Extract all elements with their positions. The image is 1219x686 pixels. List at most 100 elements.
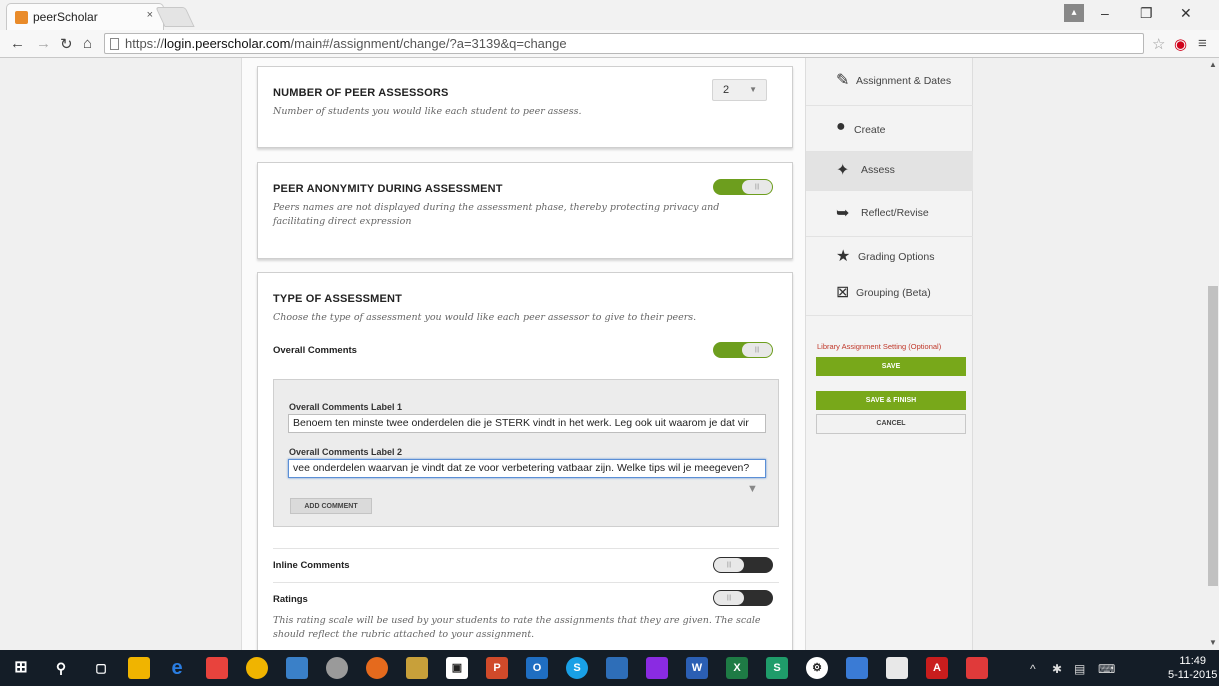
search-icon[interactable]: ⚲ — [50, 657, 72, 679]
peer-assessors-card: NUMBER OF PEER ASSESSORS Number of stude… — [257, 66, 793, 148]
app-icon[interactable] — [846, 657, 868, 679]
comment-label-2-input[interactable]: vee onderdelen waarvan je vindt dat ze v… — [288, 459, 766, 478]
assessment-type-description: Choose the type of assessment you would … — [273, 312, 697, 323]
url-input[interactable]: https://login.peerscholar.com/main#/assi… — [104, 33, 1144, 54]
peer-assessors-select[interactable]: 2 ▼ — [712, 79, 767, 101]
task-view-icon[interactable]: ▢ — [90, 657, 112, 679]
window-close-icon[interactable]: ✕ — [1180, 5, 1192, 22]
hands-icon: ✦ — [836, 162, 850, 179]
cancel-button[interactable]: CANCEL — [816, 414, 966, 434]
toggle-knob: ||| — [742, 343, 772, 357]
main-content: NUMBER OF PEER ASSESSORS Number of stude… — [241, 58, 806, 650]
store-bag-icon[interactable]: ▣ — [446, 657, 468, 679]
url-host: login.peerscholar.com — [164, 36, 291, 51]
minimize-icon[interactable]: – — [1101, 5, 1109, 21]
powerpoint-icon[interactable]: P — [486, 657, 508, 679]
divider — [273, 548, 779, 549]
snipping-icon[interactable] — [326, 657, 348, 679]
reload-icon[interactable]: ↻ — [60, 35, 73, 53]
keyboard-icon[interactable]: ⌨ — [1098, 662, 1115, 676]
page-viewport: NUMBER OF PEER ASSESSORS Number of stude… — [0, 58, 1207, 650]
tray-chevron-icon[interactable]: ^ — [1030, 662, 1036, 676]
bookmark-star-icon[interactable]: ☆ — [1152, 35, 1165, 53]
sidebar-item-grading-options[interactable]: ★ Grading Options — [806, 237, 973, 274]
scrollbar-thumb[interactable] — [1208, 286, 1218, 586]
divider — [273, 582, 779, 583]
inline-comments-label: Inline Comments — [273, 560, 350, 571]
sidebar-item-label: Grouping (Beta) — [856, 287, 931, 299]
clock-date: 5-11-2015 — [1168, 669, 1218, 681]
user-profile-icon[interactable]: ▴ — [1064, 4, 1084, 22]
chrome-icon[interactable] — [246, 657, 268, 679]
anonymity-title: PEER ANONYMITY DURING ASSESSMENT — [273, 183, 503, 195]
remote-desktop-icon[interactable] — [286, 657, 308, 679]
save-finish-button[interactable]: SAVE & FINISH — [816, 391, 966, 410]
add-comment-button[interactable]: ADD COMMENT — [290, 498, 372, 514]
sidebar-item-label: Assignment & Dates — [856, 75, 952, 87]
opera-extension-icon[interactable]: ◉ — [1174, 35, 1187, 53]
library-setting-label[interactable]: Library Assignment Setting (Optional) — [817, 342, 941, 351]
settings-gear-icon[interactable]: ⚙ — [806, 657, 828, 679]
clock-time: 11:49 — [1179, 655, 1207, 667]
forward-icon[interactable]: → — [36, 35, 51, 52]
comment-label-1-input[interactable]: Benoem ten minste twee onderdelen die je… — [288, 414, 766, 433]
ratings-toggle[interactable]: ||| — [713, 590, 773, 606]
page-scrollbar[interactable]: ▲ ▼ — [1207, 58, 1219, 650]
trash-icon[interactable]: ▼ — [747, 483, 758, 495]
comment-label-1: Overall Comments Label 1 — [289, 402, 403, 412]
grouping-icon: ⊠ — [836, 284, 850, 301]
tab-close-icon[interactable]: × — [147, 9, 153, 21]
back-icon[interactable]: ← — [10, 35, 25, 52]
windows-taskbar: ⊞ ⚲ ▢ e ▣ P O S W X S ⚙ A ^ ✱ ▤ ⌨ 11:49 … — [0, 650, 1219, 686]
word-icon[interactable]: W — [686, 657, 708, 679]
pdf-reader-icon[interactable] — [966, 657, 988, 679]
restore-icon[interactable]: ❐ — [1140, 5, 1153, 22]
excel-icon[interactable]: X — [726, 657, 748, 679]
windows-start-icon[interactable]: ⊞ — [10, 657, 32, 679]
page-icon — [110, 38, 119, 50]
select-value: 2 — [723, 84, 730, 96]
browser-tab[interactable]: peerScholar × — [6, 3, 164, 30]
sidebar-item-reflect-revise[interactable]: ➥ Reflect/Revise — [806, 191, 973, 237]
sidebar-item-assignment-dates[interactable]: ✎ Assignment & Dates — [806, 58, 973, 106]
file-explorer-icon[interactable] — [128, 657, 150, 679]
home-icon[interactable]: ⌂ — [83, 35, 92, 52]
scroll-up-icon[interactable]: ▲ — [1209, 60, 1217, 69]
url-scheme: https:// — [125, 36, 165, 51]
onenote-icon[interactable] — [646, 657, 668, 679]
sidebar-item-grouping[interactable]: ⊠ Grouping (Beta) — [806, 274, 973, 316]
paint-icon[interactable] — [406, 657, 428, 679]
tray-settings-icon[interactable]: ✱ — [1052, 662, 1062, 676]
taskbar-clock[interactable]: 11:49 5-11-2015 — [1168, 654, 1217, 682]
overall-comments-toggle[interactable]: ||| — [713, 342, 773, 358]
menu-icon[interactable]: ≡ — [1198, 35, 1207, 52]
firefox-icon[interactable] — [366, 657, 388, 679]
store-icon[interactable] — [206, 657, 228, 679]
skype-icon[interactable]: S — [566, 657, 588, 679]
peer-assessors-description: Number of students you would like each s… — [273, 106, 582, 117]
toggle-knob: ||| — [714, 558, 744, 572]
toggle-knob: ||| — [742, 180, 772, 194]
address-bar: ← → ↻ ⌂ https://login.peerscholar.com/ma… — [0, 30, 1219, 58]
edge-icon[interactable]: e — [166, 657, 188, 679]
acrobat-icon[interactable]: A — [926, 657, 948, 679]
inline-comments-toggle[interactable]: ||| — [713, 557, 773, 573]
peerscholar-favicon-icon — [15, 11, 28, 24]
save-button[interactable]: SAVE — [816, 357, 966, 376]
toggle-knob: ||| — [714, 591, 744, 605]
ratings-description: This rating scale will be used by your s… — [273, 615, 761, 640]
sway-icon[interactable]: S — [766, 657, 788, 679]
comment-label-2: Overall Comments Label 2 — [289, 447, 403, 457]
outlook-icon[interactable]: O — [526, 657, 548, 679]
notifications-icon[interactable]: ▤ — [1074, 662, 1085, 676]
assessment-type-title: TYPE OF ASSESSMENT — [273, 293, 403, 305]
ratings-label: Ratings — [273, 594, 308, 605]
lightbulb-icon: ● — [836, 118, 846, 135]
sidebar-item-create[interactable]: ● Create — [806, 106, 973, 152]
browser-tabbar: peerScholar × ▴ – ❐ ✕ — [0, 0, 1219, 30]
chart-app-icon[interactable] — [886, 657, 908, 679]
teamviewer-icon[interactable] — [606, 657, 628, 679]
sidebar-item-assess[interactable]: ✦ Assess — [806, 152, 973, 191]
scroll-down-icon[interactable]: ▼ — [1209, 638, 1217, 647]
anonymity-toggle[interactable]: ||| — [713, 179, 773, 195]
